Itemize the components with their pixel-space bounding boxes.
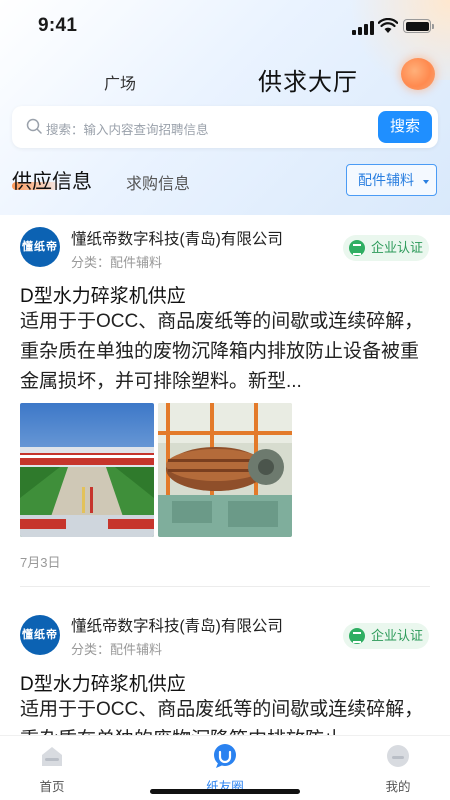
nav-plaza-tab[interactable]: 广场 [104,70,136,94]
search-icon [26,118,42,134]
verified-icon [349,628,365,644]
tab-mine[interactable]: 我的 [358,736,438,800]
company-logo: 懂纸帝 [20,615,60,655]
post-title: D型水力碎浆机供应 [20,674,186,695]
tab-demand[interactable]: 求购信息 [126,170,190,194]
cellular-signal-icon [352,21,374,35]
logo-text: 懂纸帝 [22,241,58,253]
badge-label: 企业认证 [371,628,424,643]
tab-supply[interactable]: 供应信息 [12,165,92,194]
company-logo: 懂纸帝 [20,227,60,267]
post-images [20,403,320,537]
tab-mine-label: 我的 [385,780,411,794]
category-filter-dropdown[interactable]: 配件辅料 [346,164,437,196]
company-name[interactable]: 懂纸帝数字科技(青岛)有限公司 [71,614,283,636]
tab-home[interactable]: 首页 [12,736,92,800]
search-button[interactable]: 搜索 [378,111,432,143]
badge-label: 企业认证 [371,240,424,255]
wifi-icon [378,18,398,33]
status-time: 9:41 [38,15,78,36]
profile-icon [387,745,409,767]
battery-icon [403,19,434,33]
enterprise-verified-badge: 企业认证 [343,623,429,649]
search-bar[interactable]: 搜索：输入内容查询招聘信息 搜索 [12,106,438,148]
tab-home-label: 首页 [39,780,65,794]
divider [20,586,430,587]
post-card[interactable]: 懂纸帝 懂纸帝数字科技(青岛)有限公司 分类：配件辅料 企业认证 D型水力碎浆机… [0,599,450,739]
logo-text: 懂纸帝 [22,629,58,641]
avatar[interactable] [401,58,435,90]
post-date: 7月3日 [20,555,61,570]
filter-label: 配件辅料 [358,172,414,188]
chat-bubble-icon [214,744,236,768]
caret-down-icon [423,180,429,184]
post-image-machine[interactable] [158,403,292,537]
page-title: 供求大厅 [258,69,358,96]
post-title: D型水力碎浆机供应 [20,286,186,307]
post-category: 分类：配件辅料 [71,255,163,270]
post-card[interactable]: 懂纸帝 懂纸帝数字科技(青岛)有限公司 分类：配件辅料 企业认证 D型水力碎浆机… [0,215,450,587]
post-category: 分类：配件辅料 [71,642,163,657]
post-body: 适用于于OCC、商品废纸等的间歇或连续碎解，重杂质在单独的废物沉降箱内排放防止设… [20,311,424,392]
home-indicator [150,789,300,794]
verified-icon [349,240,365,256]
search-input[interactable]: 搜索：输入内容查询招聘信息 [46,119,209,138]
post-body: 适用于于OCC、商品废纸等的间歇或连续碎解，重杂质在单独的废物沉降箱内排放防止 [20,699,424,735]
post-image-factory[interactable] [20,403,154,537]
enterprise-verified-badge: 企业认证 [343,235,429,261]
home-icon [42,747,62,766]
company-name[interactable]: 懂纸帝数字科技(青岛)有限公司 [71,227,283,249]
status-bar: 9:41 [0,0,450,54]
